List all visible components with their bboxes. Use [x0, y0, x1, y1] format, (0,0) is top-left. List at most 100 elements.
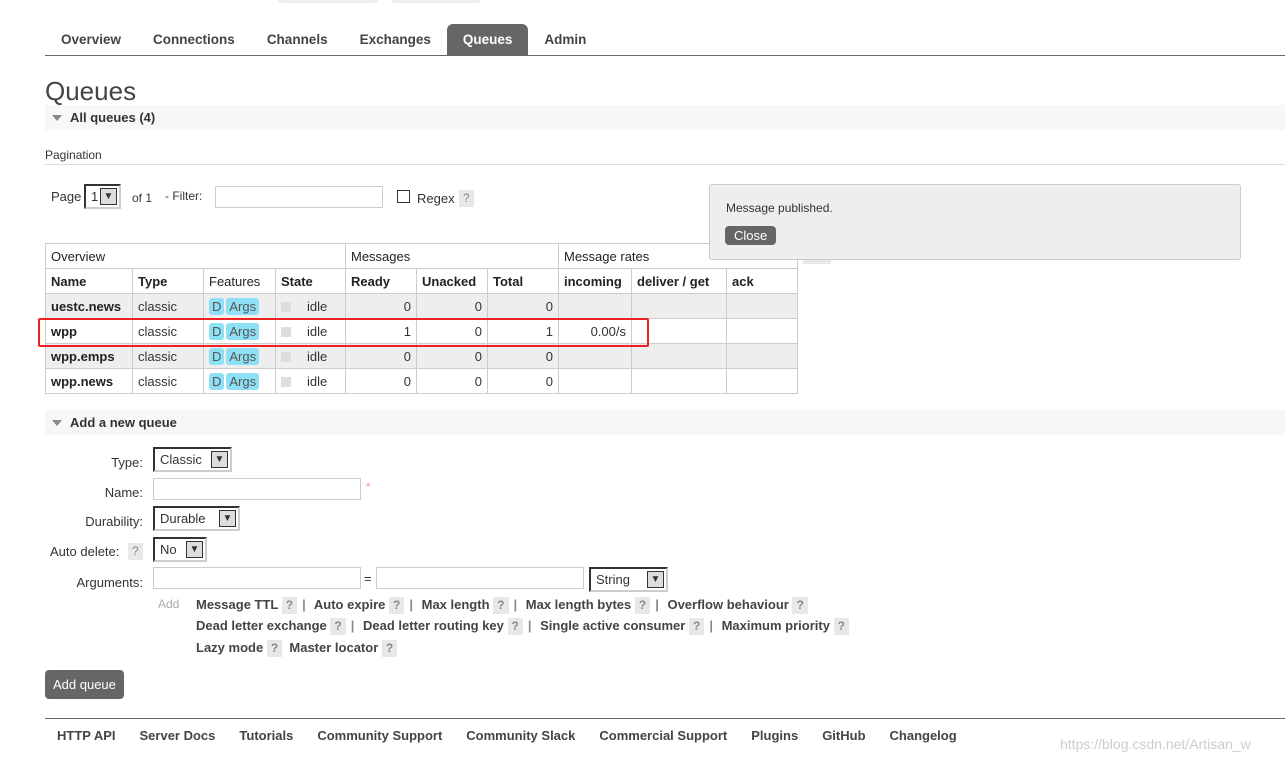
state-text: idle	[307, 298, 328, 314]
total-count: 0	[487, 293, 559, 319]
col-name[interactable]: Name	[45, 268, 133, 294]
state-text: idle	[307, 348, 328, 364]
pagination-heading: Pagination	[45, 148, 1285, 165]
page-select[interactable]: 1 ▼	[84, 184, 121, 209]
name-input[interactable]	[153, 478, 361, 500]
footer-link-community-support[interactable]: Community Support	[317, 728, 442, 743]
help-icon[interactable]: ?	[507, 618, 523, 635]
add-label: Add	[158, 597, 180, 611]
durable-badge: D	[209, 347, 225, 365]
queue-type: classic	[132, 343, 204, 369]
unacked-count: 0	[416, 293, 488, 319]
queue-state: idle	[275, 368, 346, 394]
tab-channels[interactable]: Channels	[251, 24, 344, 55]
arg-auto-expire[interactable]: Auto expire	[314, 597, 386, 612]
help-icon[interactable]: ?	[330, 618, 346, 635]
arg-single-active-consumer[interactable]: Single active consumer	[540, 618, 685, 633]
footer-link-commercial-support[interactable]: Commercial Support	[599, 728, 727, 743]
queue-state: idle	[275, 293, 346, 319]
arg-max-length[interactable]: Max length	[422, 597, 490, 612]
all-queues-toggle[interactable]: All queues (4)	[45, 105, 1285, 130]
regex-help-icon[interactable]: ?	[459, 190, 474, 207]
footer-link-changelog[interactable]: Changelog	[890, 728, 957, 743]
durability-select[interactable]: Durable ▼	[153, 506, 240, 531]
arg-lazy-mode[interactable]: Lazy mode	[196, 640, 263, 655]
help-icon[interactable]: ?	[281, 597, 298, 614]
arg-dead-letter-routing-key[interactable]: Dead letter routing key	[363, 618, 504, 633]
args-badge: Args	[226, 297, 260, 315]
argument-value-input[interactable]	[376, 567, 584, 589]
argument-key-input[interactable]	[153, 567, 361, 589]
total-count: 0	[487, 343, 559, 369]
col-total[interactable]: Total	[487, 268, 559, 294]
table-row: uestc.news classic D Args idle 0 0 0	[45, 293, 798, 319]
durability-label: Durability:	[85, 514, 143, 529]
table-row: wpp.news classic D Args idle 0 0 0	[45, 368, 798, 394]
help-icon[interactable]: ?	[634, 597, 651, 614]
args-badge: Args	[226, 372, 260, 390]
ack-rate	[726, 318, 798, 344]
tab-overview[interactable]: Overview	[45, 24, 137, 55]
queue-type: classic	[132, 368, 204, 394]
deliver-get-rate	[631, 293, 727, 319]
footer-link-http-api[interactable]: HTTP API	[57, 728, 116, 743]
queue-name-link[interactable]: wpp.emps	[45, 343, 133, 369]
help-icon[interactable]: ?	[493, 597, 509, 614]
regex-checkbox[interactable]	[397, 190, 410, 203]
type-select[interactable]: Classic ▼	[153, 447, 232, 472]
arguments-label: Arguments:	[76, 575, 143, 590]
filter-input[interactable]	[215, 186, 383, 208]
arg-message-ttl[interactable]: Message TTL	[196, 597, 278, 612]
col-state[interactable]: State	[275, 268, 346, 294]
close-button[interactable]: Close	[725, 226, 777, 245]
chevron-down-icon: ▼	[211, 451, 228, 468]
auto-delete-help-icon[interactable]: ?	[128, 543, 143, 560]
queue-state: idle	[275, 343, 346, 369]
arg-overflow-behaviour[interactable]: Overflow behaviour	[667, 597, 788, 612]
argument-type-select[interactable]: String ▼	[589, 567, 668, 592]
help-icon[interactable]: ?	[266, 640, 283, 657]
page-label: Page	[51, 189, 82, 204]
arg-maximum-priority[interactable]: Maximum priority	[722, 618, 830, 633]
tab-exchanges[interactable]: Exchanges	[344, 24, 447, 55]
ack-rate	[726, 368, 798, 394]
help-icon[interactable]: ?	[792, 597, 808, 614]
col-ack[interactable]: ack	[726, 268, 798, 294]
chevron-down-icon: ▼	[186, 541, 203, 558]
col-deliver-get[interactable]: deliver / get	[631, 268, 727, 294]
help-icon[interactable]: ?	[833, 618, 849, 635]
footer-link-github[interactable]: GitHub	[822, 728, 865, 743]
help-icon[interactable]: ?	[381, 640, 398, 657]
deliver-get-rate	[631, 368, 727, 394]
arg-master-locator[interactable]: Master locator	[289, 640, 378, 655]
footer-link-server-docs[interactable]: Server Docs	[140, 728, 216, 743]
help-icon[interactable]: ?	[688, 618, 705, 635]
argument-type-value: String	[596, 572, 630, 587]
incoming-rate	[558, 368, 632, 394]
collapse-triangle-icon	[52, 115, 62, 121]
footer-link-community-slack[interactable]: Community Slack	[466, 728, 575, 743]
queue-name-link[interactable]: wpp.news	[45, 368, 133, 394]
ready-count: 0	[345, 343, 417, 369]
argument-shortcuts-row: Lazy mode ? Master locator ?	[196, 637, 398, 659]
col-type[interactable]: Type	[132, 268, 204, 294]
type-label: Type:	[111, 455, 143, 470]
add-queue-toggle[interactable]: Add a new queue	[45, 410, 1285, 435]
auto-delete-select[interactable]: No ▼	[153, 537, 207, 562]
arg-max-length-bytes[interactable]: Max length bytes	[526, 597, 631, 612]
col-unacked[interactable]: Unacked	[416, 268, 488, 294]
footer-link-plugins[interactable]: Plugins	[751, 728, 798, 743]
col-incoming[interactable]: incoming	[558, 268, 632, 294]
tab-connections[interactable]: Connections	[137, 24, 251, 55]
state-indicator-icon	[281, 302, 291, 313]
queue-name-link[interactable]: uestc.news	[45, 293, 133, 319]
add-queue-button[interactable]: Add queue	[45, 670, 124, 699]
col-ready[interactable]: Ready	[345, 268, 417, 294]
name-label: Name:	[104, 485, 143, 500]
arg-dead-letter-exchange[interactable]: Dead letter exchange	[196, 618, 327, 633]
footer-link-tutorials[interactable]: Tutorials	[239, 728, 293, 743]
deliver-get-rate	[631, 343, 727, 369]
tab-admin[interactable]: Admin	[528, 24, 602, 55]
help-icon[interactable]: ?	[389, 597, 405, 614]
tab-queues[interactable]: Queues	[446, 24, 529, 55]
